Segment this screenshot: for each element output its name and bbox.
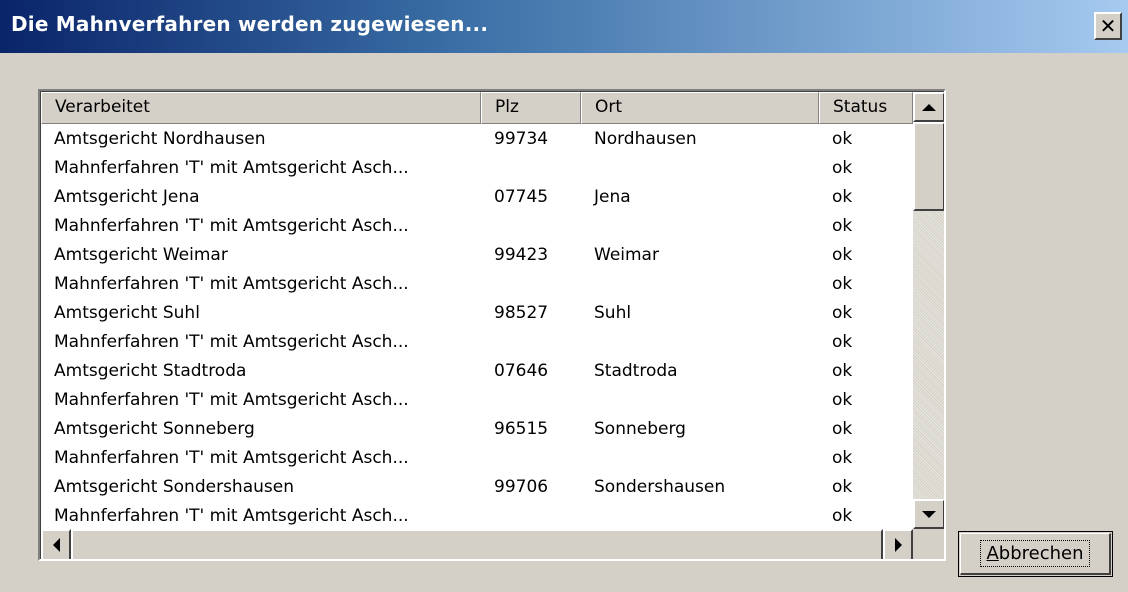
cell-ort: Weimar: [594, 245, 659, 265]
title-bar: Die Mahnverfahren werden zugewiesen... ✕: [0, 0, 1128, 53]
cell-plz: [481, 153, 581, 182]
scroll-down-button[interactable]: [913, 499, 944, 529]
cell-verarbeitet: Amtsgericht Nordhausen: [54, 129, 266, 149]
cell-ort: Sonneberg: [594, 419, 686, 439]
list-item[interactable]: Mahnferfahren 'T' mit Amtsgericht Asch..…: [41, 269, 913, 298]
cell-plz: 96515: [494, 419, 549, 439]
list-item[interactable]: Mahnferfahren 'T' mit Amtsgericht Asch..…: [41, 385, 913, 414]
progress-list-view[interactable]: Verarbeitet Plz Ort Status Amtsgericht N…: [38, 89, 946, 561]
scroll-left-button[interactable]: [41, 529, 71, 559]
cell-ort: Sondershausen: [594, 477, 726, 497]
column-header-plz[interactable]: Plz: [481, 92, 581, 124]
scroll-right-button[interactable]: [883, 529, 913, 559]
list-item[interactable]: Mahnferfahren 'T' mit Amtsgericht Asch..…: [41, 153, 913, 182]
cell-status: ok: [832, 158, 853, 178]
cell-plz: 99706: [494, 477, 549, 497]
arrow-right-icon: [894, 538, 902, 552]
cell-plz: [481, 211, 581, 240]
list-item[interactable]: Amtsgericht Stadtroda 07646 Stadtroda ok: [41, 356, 913, 385]
cell-ort: Stadtroda: [594, 361, 678, 381]
cell-verarbeitet: Amtsgericht Jena: [54, 187, 200, 207]
list-item[interactable]: Amtsgericht Suhl 98527 Suhl ok: [41, 298, 913, 327]
cell-status: ok: [832, 448, 853, 468]
cell-status: ok: [832, 129, 853, 149]
cell-ort: [581, 385, 819, 414]
cell-verarbeitet: Mahnferfahren 'T' mit Amtsgericht Asch..…: [54, 158, 409, 178]
cell-verarbeitet: Mahnferfahren 'T' mit Amtsgericht Asch..…: [54, 332, 409, 352]
cell-status: ok: [832, 506, 853, 526]
cell-plz: 99734: [494, 129, 549, 149]
cell-verarbeitet: Mahnferfahren 'T' mit Amtsgericht Asch..…: [54, 390, 409, 410]
cell-ort: [581, 327, 819, 356]
list-item[interactable]: Amtsgericht Jena 07745 Jena ok: [41, 182, 913, 211]
list-item[interactable]: Mahnferfahren 'T' mit Amtsgericht Asch..…: [41, 443, 913, 472]
cell-verarbeitet: Amtsgericht Weimar: [54, 245, 228, 265]
cell-verarbeitet: Mahnferfahren 'T' mit Amtsgericht Asch..…: [54, 506, 409, 526]
cell-status: ok: [832, 332, 853, 352]
arrow-up-icon: [922, 103, 936, 111]
cell-status: ok: [832, 361, 853, 381]
close-icon: ✕: [1099, 14, 1117, 38]
cell-status: ok: [832, 187, 853, 207]
vertical-scrollbar[interactable]: [913, 92, 944, 529]
horizontal-scrollbar[interactable]: [41, 529, 913, 559]
cell-verarbeitet: Amtsgericht Sonneberg: [54, 419, 255, 439]
cell-plz: [481, 385, 581, 414]
cell-verarbeitet: Amtsgericht Stadtroda: [54, 361, 247, 381]
cell-plz: 07745: [494, 187, 549, 207]
cell-status: ok: [832, 245, 853, 265]
cell-plz: 98527: [494, 303, 549, 323]
cell-status: ok: [832, 477, 853, 497]
cell-verarbeitet: Amtsgericht Sondershausen: [54, 477, 294, 497]
cell-status: ok: [832, 216, 853, 236]
cell-plz: 99423: [494, 245, 549, 265]
scroll-up-button[interactable]: [913, 92, 944, 122]
list-item[interactable]: Amtsgericht Nordhausen 99734 Nordhausen ok: [41, 124, 913, 153]
list-item[interactable]: Mahnferfahren 'T' mit Amtsgericht Asch..…: [41, 501, 913, 529]
scrollbar-corner: [913, 529, 944, 559]
column-header-status[interactable]: Status: [819, 92, 913, 124]
cell-verarbeitet: Mahnferfahren 'T' mit Amtsgericht Asch..…: [54, 216, 409, 236]
cell-plz: [481, 501, 581, 529]
cell-plz: [481, 269, 581, 298]
cell-ort: [581, 269, 819, 298]
cell-status: ok: [832, 303, 853, 323]
cell-verarbeitet: Mahnferfahren 'T' mit Amtsgericht Asch..…: [54, 448, 409, 468]
cancel-button[interactable]: Abbrechen: [958, 531, 1113, 577]
cell-ort: [581, 153, 819, 182]
cell-ort: Jena: [594, 187, 631, 207]
column-header-verarbeitet[interactable]: Verarbeitet: [41, 92, 481, 124]
cell-ort: Suhl: [594, 303, 632, 323]
column-header-ort[interactable]: Ort: [581, 92, 819, 124]
cell-ort: Nordhausen: [594, 129, 697, 149]
list-item[interactable]: Amtsgericht Weimar 99423 Weimar ok: [41, 240, 913, 269]
cancel-button-label: Abbrechen: [980, 540, 1090, 567]
list-item[interactable]: Amtsgericht Sonneberg 96515 Sonneberg ok: [41, 414, 913, 443]
cell-plz: 07646: [494, 361, 549, 381]
cell-ort: [581, 443, 819, 472]
cell-status: ok: [832, 390, 853, 410]
arrow-down-icon: [922, 510, 936, 518]
list-rows: Amtsgericht Nordhausen 99734 Nordhausen ok M…: [41, 124, 913, 529]
horizontal-scroll-thumb[interactable]: [71, 529, 883, 559]
list-item[interactable]: Amtsgericht Sondershausen 99706 Sondershau…: [41, 472, 913, 501]
cell-ort: [581, 211, 819, 240]
cell-ort: [581, 501, 819, 529]
cell-status: ok: [832, 419, 853, 439]
cell-verarbeitet: Amtsgericht Suhl: [54, 303, 200, 323]
list-header: Verarbeitet Plz Ort Status: [41, 92, 913, 124]
dialog-title: Die Mahnverfahren werden zugewiesen...: [11, 12, 489, 36]
list-item[interactable]: Mahnferfahren 'T' mit Amtsgericht Asch..…: [41, 327, 913, 356]
arrow-left-icon: [52, 538, 60, 552]
cell-status: ok: [832, 274, 853, 294]
list-item[interactable]: Mahnferfahren 'T' mit Amtsgericht Asch..…: [41, 211, 913, 240]
close-button[interactable]: ✕: [1094, 12, 1122, 40]
cell-verarbeitet: Mahnferfahren 'T' mit Amtsgericht Asch..…: [54, 274, 409, 294]
cell-plz: [481, 443, 581, 472]
vertical-scroll-thumb[interactable]: [913, 122, 944, 211]
cell-plz: [481, 327, 581, 356]
